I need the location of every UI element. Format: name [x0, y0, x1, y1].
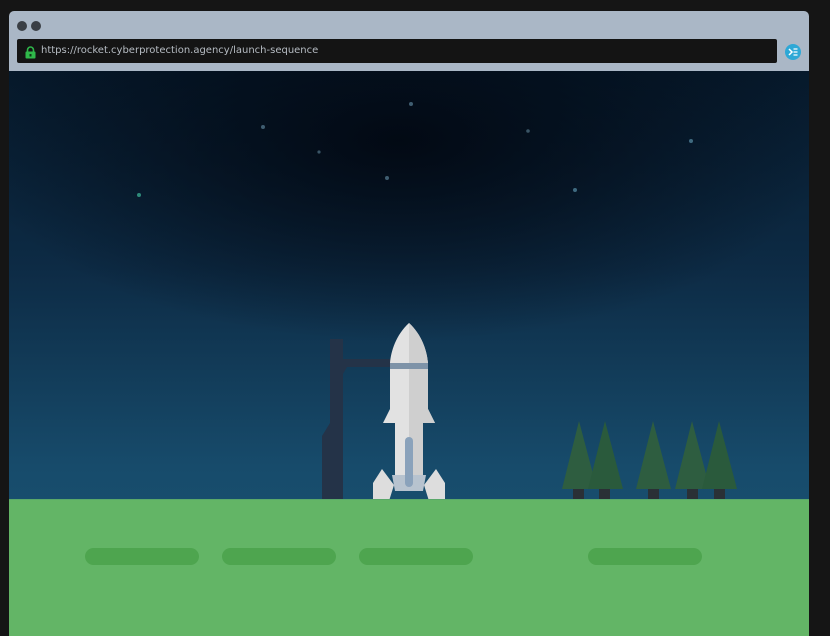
- browser-window: https://rocket.cyberprotection.agency/la…: [9, 11, 809, 636]
- url-text: https://rocket.cyberprotection.agency/la…: [41, 45, 319, 56]
- window-titlebar: [9, 11, 809, 39]
- star: [689, 139, 693, 143]
- lock-icon: [25, 44, 36, 63]
- stars: [137, 102, 693, 197]
- star: [317, 150, 321, 154]
- tree: [636, 421, 671, 500]
- ground-strip: [222, 548, 336, 565]
- tree: [588, 421, 623, 500]
- ground-strip: [85, 548, 199, 565]
- window-close-dot[interactable]: [17, 21, 27, 31]
- star: [526, 129, 530, 133]
- ground-strip: [588, 548, 702, 565]
- star: [573, 188, 577, 192]
- star: [137, 193, 141, 197]
- window-minimize-dot[interactable]: [31, 21, 41, 31]
- tree: [702, 421, 737, 500]
- extension-icon[interactable]: [785, 44, 801, 60]
- trees: [562, 421, 737, 500]
- address-bar[interactable]: https://rocket.cyberprotection.agency/la…: [17, 39, 777, 63]
- ground-strip: [359, 548, 473, 565]
- star: [409, 102, 413, 106]
- rocket: [373, 323, 445, 501]
- star: [385, 176, 389, 180]
- ground: [9, 500, 809, 636]
- page-viewport: [9, 71, 809, 636]
- star: [261, 125, 265, 129]
